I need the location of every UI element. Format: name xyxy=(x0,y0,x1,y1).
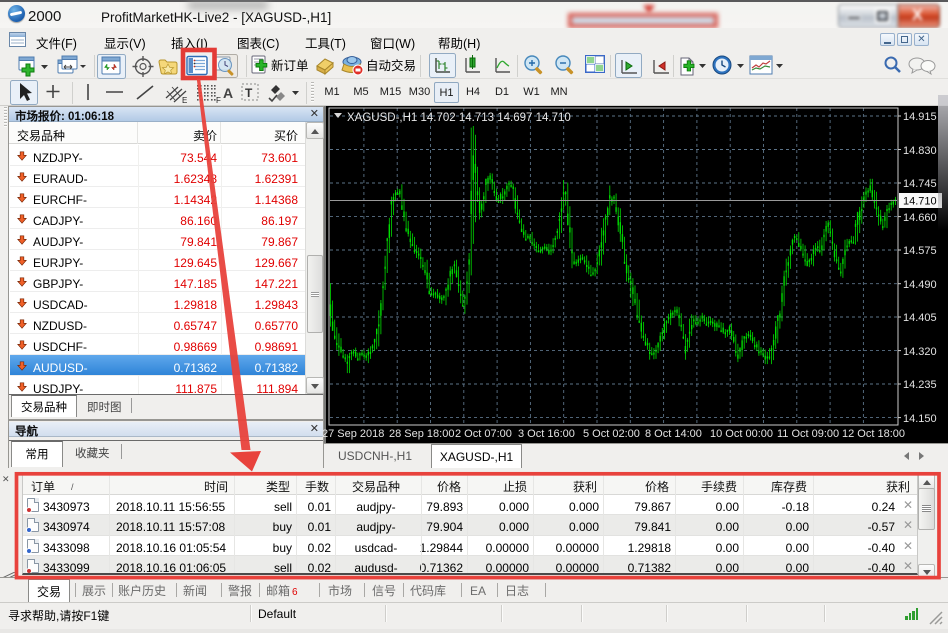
svg-text:14.660: 14.660 xyxy=(903,212,937,224)
svg-text:10 Oct 00:00: 10 Oct 00:00 xyxy=(710,428,773,440)
svg-text:14.710: 14.710 xyxy=(903,196,937,208)
svg-text:14.575: 14.575 xyxy=(903,245,937,257)
svg-text:14.320: 14.320 xyxy=(903,346,937,358)
svg-text:5 Oct 02:00: 5 Oct 02:00 xyxy=(583,428,640,440)
svg-text:14.235: 14.235 xyxy=(903,379,937,391)
svg-text:14.745: 14.745 xyxy=(903,178,937,190)
svg-text:14.405: 14.405 xyxy=(903,312,937,324)
svg-text:28 Sep 18:00: 28 Sep 18:00 xyxy=(389,428,454,440)
svg-text:XAGUSD-,H1 14.702 14.713 14.69: XAGUSD-,H1 14.702 14.713 14.697 14.710 xyxy=(347,109,571,125)
svg-text:3 Oct 16:00: 3 Oct 16:00 xyxy=(518,428,575,440)
svg-text:11 Oct 09:00: 11 Oct 09:00 xyxy=(777,428,839,440)
svg-text:14.490: 14.490 xyxy=(903,279,937,291)
svg-text:2 Oct 07:00: 2 Oct 07:00 xyxy=(455,428,512,440)
svg-text:14.915: 14.915 xyxy=(903,111,937,123)
svg-text:12 Oct 18:00: 12 Oct 18:00 xyxy=(842,428,905,440)
svg-text:27 Sep 2018: 27 Sep 2018 xyxy=(322,428,384,440)
svg-text:14.830: 14.830 xyxy=(903,145,937,157)
svg-text:8 Oct 14:00: 8 Oct 14:00 xyxy=(645,428,702,440)
svg-text:14.150: 14.150 xyxy=(903,413,937,425)
